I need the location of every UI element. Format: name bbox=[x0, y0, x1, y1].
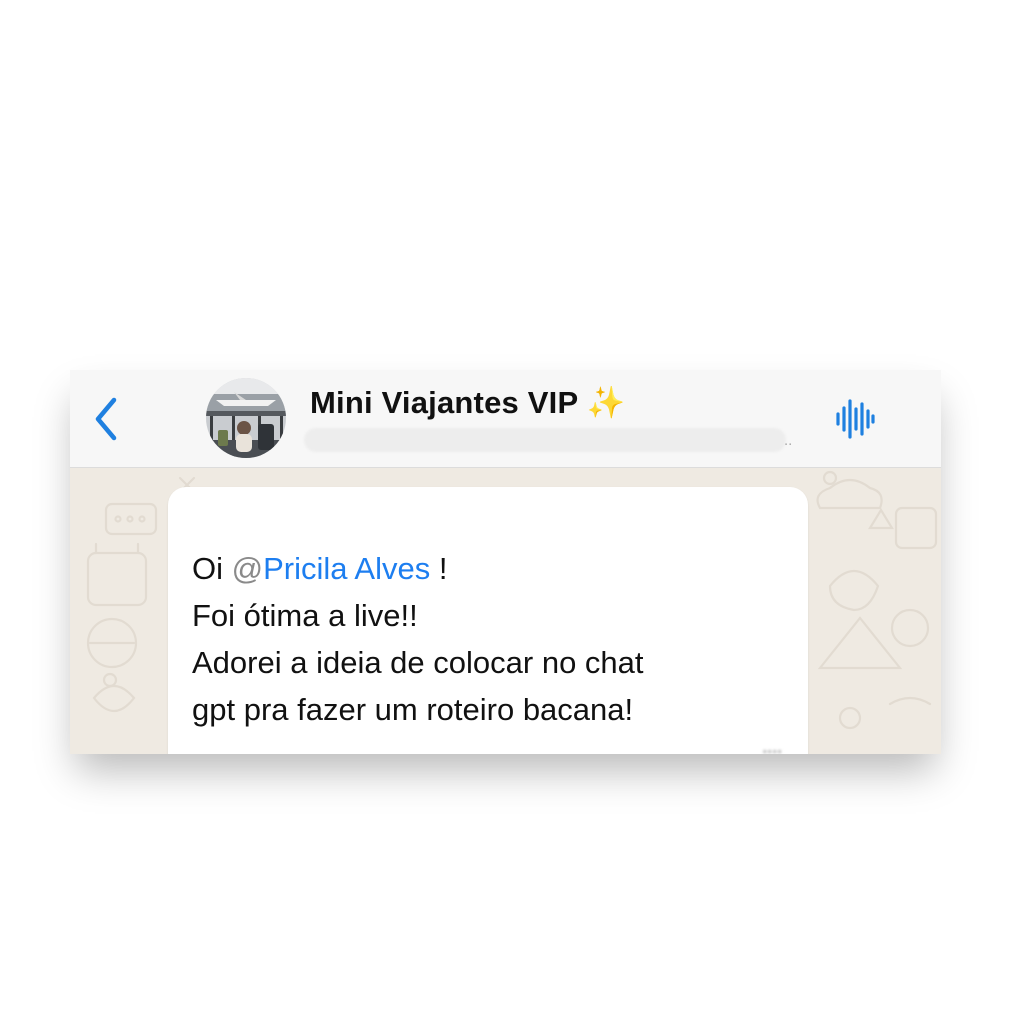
sparkles-emoji: ✨ bbox=[586, 385, 626, 420]
group-name: Mini Viajantes VIP bbox=[310, 385, 578, 420]
message-line-3: Adorei a ideia de colocar no chat bbox=[192, 645, 644, 680]
greeting-text: Oi bbox=[192, 551, 223, 586]
mention-link[interactable]: @Pricila Alves bbox=[232, 551, 431, 586]
message-line-2: Foi ótima a live!! bbox=[192, 598, 418, 633]
chat-title[interactable]: Mini Viajantes VIP ✨ bbox=[310, 384, 625, 421]
participants-subtitle-blurred bbox=[304, 428, 786, 452]
audio-waveform-icon bbox=[836, 399, 875, 439]
message-bubble[interactable]: Oi @Pricila Alves ! Foi ótima a live!! A… bbox=[168, 487, 808, 754]
airport-photo-icon bbox=[206, 378, 286, 458]
message-line-1: Oi @Pricila Alves ! bbox=[192, 545, 784, 592]
mention-at-sign: @ bbox=[231, 551, 264, 586]
message-text: Oi @Pricila Alves ! Foi ótima a live!! A… bbox=[192, 545, 784, 733]
chat-screenshot-card: Mini Viajantes VIP ✨ .. Oi @Pricila Alve… bbox=[70, 370, 941, 754]
chat-header: Mini Viajantes VIP ✨ .. bbox=[70, 370, 941, 468]
group-avatar[interactable] bbox=[206, 378, 286, 458]
mention-name: Pricila Alves bbox=[263, 551, 431, 586]
subtitle-ellipsis: .. bbox=[784, 432, 793, 449]
message-timestamp-blurred: •••• bbox=[762, 743, 782, 754]
message-line-4: gpt pra fazer um roteiro bacana! bbox=[192, 692, 634, 727]
audio-call-button[interactable] bbox=[832, 396, 878, 442]
chevron-left-icon bbox=[95, 397, 117, 441]
mention-suffix: ! bbox=[438, 551, 448, 586]
back-button[interactable] bbox=[86, 394, 126, 444]
